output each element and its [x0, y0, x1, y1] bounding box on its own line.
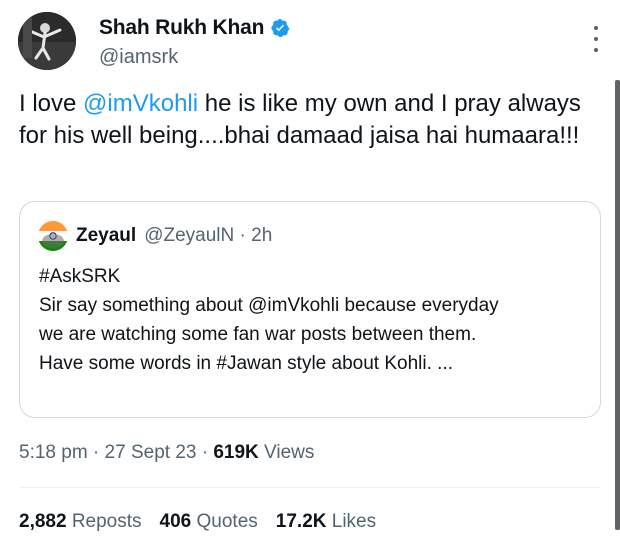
quote-author-name: Zeyaul — [76, 225, 137, 246]
tweet-time[interactable]: 5:18 pm — [19, 442, 88, 463]
quote-line: Sir say something about @imVkohli becaus… — [39, 295, 499, 316]
quote-line: we are watching some fan war posts betwe… — [39, 324, 477, 345]
quote-text: #AskSRK Sir say something about @imVkohl… — [39, 262, 587, 378]
mention-link[interactable]: @imVkohli — [83, 90, 198, 117]
tweet-text: I love @imVkohli he is like my own and I… — [19, 88, 599, 152]
quote-avatar[interactable] — [38, 221, 68, 251]
quotes-stat[interactable]: 406 Quotes — [160, 511, 258, 533]
views-count: 619K — [213, 442, 259, 463]
likes-stat[interactable]: 17.2K Likes — [276, 511, 376, 533]
author-name[interactable]: Shah Rukh Khan — [99, 16, 264, 40]
views-label: Views — [258, 442, 315, 463]
author-handle[interactable]: @iamsrk — [99, 46, 178, 69]
quote-line: #AskSRK — [39, 266, 121, 287]
quote-line: Have some words in #Jawan style about Ko… — [39, 353, 453, 374]
avatar[interactable] — [18, 12, 76, 70]
divider — [19, 487, 601, 488]
verified-badge-icon — [271, 19, 290, 37]
scrollbar[interactable] — [615, 80, 620, 530]
quoted-tweet[interactable]: Zeyaul @ZeyaulN · 2h #AskSRK Sir say som… — [19, 201, 601, 418]
tweet-header: Shah Rukh Khan @iamsrk — [18, 12, 608, 72]
tweet-text-part: I love — [19, 90, 84, 117]
reposts-stat[interactable]: 2,882 Reposts — [19, 511, 142, 533]
tweet-meta: 5:18 pm · 27 Sept 23 · 619K Views — [19, 442, 315, 463]
quote-author-handle: @ZeyaulN · 2h — [144, 225, 273, 246]
tweet-date[interactable]: 27 Sept 23 — [105, 442, 197, 463]
engagement-stats: 2,882 Reposts 406 Quotes 17.2K Likes — [19, 511, 376, 533]
more-options-icon[interactable] — [592, 26, 600, 52]
